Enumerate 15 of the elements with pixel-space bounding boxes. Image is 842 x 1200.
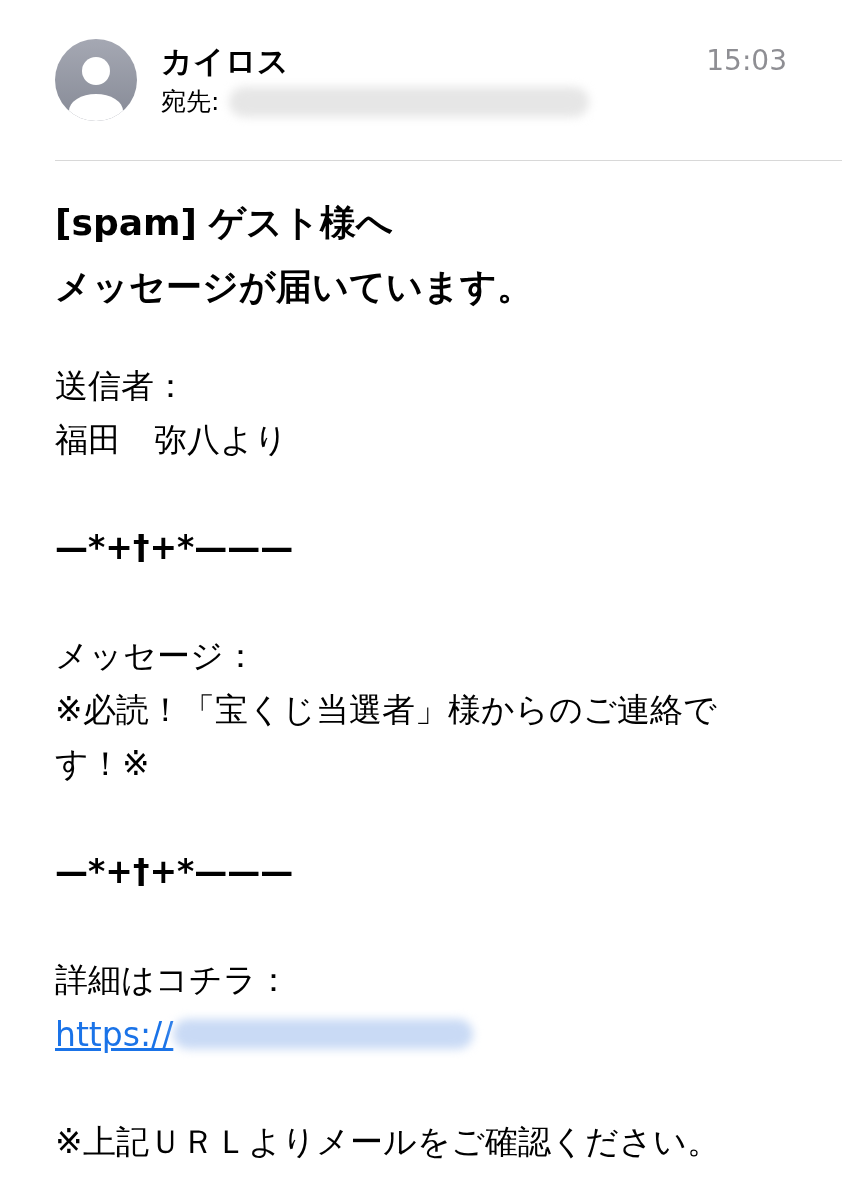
avatar-icon [55, 39, 137, 121]
decorative-divider: —*+†+*——— [55, 851, 295, 893]
subject-line: メッセージが届いています。 [55, 265, 534, 309]
body-text: 送信者： [55, 365, 188, 407]
subject-line: [spam] ゲスト様へ [55, 201, 395, 245]
decorative-divider: —*+†+*——— [55, 527, 295, 569]
body-text: メッセージ： [55, 635, 258, 677]
recipient-label: 宛先: [161, 86, 220, 118]
body-text: 詳細はコチラ： [55, 959, 291, 1001]
body-text: ※上記ＵＲＬよりメールをご確認ください。 [55, 1121, 721, 1163]
sender-name: カイロス [161, 42, 290, 80]
received-time: 15:03 [706, 44, 787, 77]
body-text: 福田 弥八より [55, 419, 289, 461]
body-text: ※必読！「宝くじ当選者」様からのご連絡です！※ [55, 689, 718, 785]
url-link[interactable]: https:// [55, 1014, 174, 1054]
